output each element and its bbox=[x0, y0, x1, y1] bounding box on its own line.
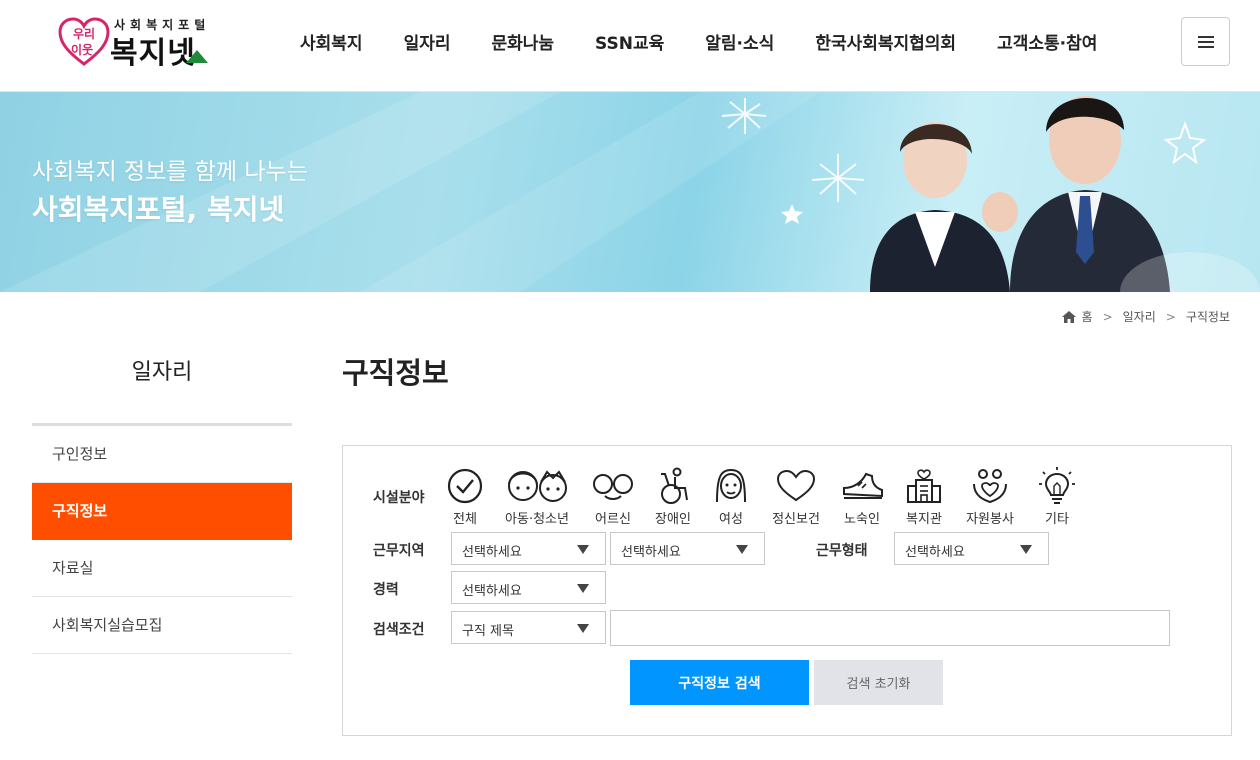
chevron-right-icon: > bbox=[1102, 309, 1113, 324]
lightbulb-icon bbox=[1039, 467, 1075, 504]
breadcrumb: 홈 > 일자리 > 구직정보 bbox=[1061, 308, 1230, 325]
breadcrumb-jobs[interactable]: 일자리 bbox=[1123, 308, 1156, 325]
glasses-icon bbox=[593, 474, 633, 500]
woman-icon bbox=[716, 468, 746, 503]
category-other[interactable]: 기타 bbox=[1033, 466, 1081, 527]
sidebar-item-resources[interactable]: 자료실 bbox=[32, 540, 292, 597]
reset-button[interactable]: 검색 초기화 bbox=[814, 660, 943, 705]
region-select-city[interactable]: 선택하세요 bbox=[610, 532, 765, 565]
dropdown-arrow-icon bbox=[736, 545, 748, 554]
category-label: 기타 bbox=[1045, 512, 1069, 527]
category-label: 장애인 bbox=[655, 512, 691, 527]
category-disabled[interactable]: 장애인 bbox=[649, 466, 697, 527]
banner-subtitle: 사회복지 정보를 함께 나누는 bbox=[32, 159, 308, 185]
nav-jobs[interactable]: 일자리 bbox=[404, 26, 451, 56]
select-value: 선택하세요 bbox=[462, 584, 522, 599]
nav-welfare[interactable]: 사회복지 bbox=[300, 26, 363, 56]
region-label: 근무지역 bbox=[373, 543, 425, 559]
hamburger-icon bbox=[1198, 36, 1214, 38]
career-label: 경력 bbox=[373, 582, 399, 598]
condition-label: 검색조건 bbox=[373, 622, 425, 638]
sidebar-item-job-openings[interactable]: 구인정보 bbox=[32, 426, 292, 483]
category-elderly[interactable]: 어르신 bbox=[589, 466, 637, 527]
wheelchair-icon bbox=[661, 467, 688, 504]
search-button[interactable]: 구직정보 검색 bbox=[630, 660, 809, 705]
region-select-province[interactable]: 선택하세요 bbox=[451, 532, 606, 565]
select-value: 선택하세요 bbox=[905, 545, 965, 560]
hamburger-icon-line bbox=[1198, 41, 1214, 43]
sidebar-item-internship[interactable]: 사회복지실습모집 bbox=[32, 597, 292, 654]
heart-icon bbox=[776, 469, 816, 502]
breadcrumb-current[interactable]: 구직정보 bbox=[1186, 308, 1230, 325]
category-welfare-center[interactable]: 복지관 bbox=[899, 466, 949, 527]
condition-select[interactable]: 구직 제목 bbox=[451, 611, 606, 644]
star-icon bbox=[781, 204, 803, 224]
category-label: 정신보건 bbox=[772, 512, 820, 527]
firework-icon-2 bbox=[811, 154, 865, 202]
nav-ssn-education[interactable]: SSN교육 bbox=[595, 26, 664, 56]
select-value: 선택하세요 bbox=[462, 545, 522, 560]
category-label: 자원봉사 bbox=[966, 512, 1014, 527]
logo-heart-text-1: 우리 bbox=[73, 26, 95, 41]
dropdown-arrow-icon bbox=[577, 584, 589, 593]
check-circle-icon bbox=[447, 468, 483, 504]
nav-culture[interactable]: 문화나눔 bbox=[491, 26, 554, 56]
career-select[interactable]: 선택하세요 bbox=[451, 571, 606, 604]
banner-title: 사회복지포털, 복지넷 bbox=[32, 193, 285, 226]
category-label: 전체 bbox=[453, 512, 477, 527]
hamburger-menu-button[interactable] bbox=[1181, 17, 1230, 66]
logo-title: 복지넷 bbox=[110, 36, 196, 71]
search-form: 시설분야 전체 아동·청소년 어르신 장애인 여성 정신보건 노숙인 복지관 자… bbox=[342, 445, 1232, 736]
category-women[interactable]: 여성 bbox=[709, 466, 753, 527]
dropdown-arrow-icon bbox=[577, 545, 589, 554]
children-icon bbox=[508, 470, 567, 502]
facility-label: 시설분야 bbox=[373, 490, 425, 506]
sidebar-title: 일자리 bbox=[131, 360, 193, 385]
hamburger-icon-line bbox=[1198, 46, 1214, 48]
main-navigation: 사회복지 일자리 문화나눔 SSN교육 알림·소식 한국사회복지협의회 고객소통… bbox=[300, 26, 1097, 56]
logo-heart-icon: 우리 이웃 bbox=[58, 17, 110, 66]
category-label: 노숙인 bbox=[844, 512, 880, 527]
logo-triangle-icon bbox=[186, 50, 208, 63]
category-label: 여성 bbox=[719, 512, 743, 527]
category-all[interactable]: 전체 bbox=[441, 466, 489, 527]
category-label: 복지관 bbox=[906, 512, 942, 527]
nav-customer[interactable]: 고객소통·참여 bbox=[997, 26, 1097, 56]
category-homeless[interactable]: 노숙인 bbox=[837, 466, 887, 527]
hero-banner: 사회복지 정보를 함께 나누는 사회복지포털, 복지넷 bbox=[0, 92, 1260, 292]
home-icon[interactable] bbox=[1061, 310, 1076, 323]
worktype-label: 근무형태 bbox=[816, 543, 868, 559]
category-label: 어르신 bbox=[595, 512, 631, 527]
breadcrumb-home[interactable]: 홈 bbox=[1082, 308, 1093, 325]
site-header: 우리 이웃 사회복지포털 복지넷 사회복지 일자리 문화나눔 SSN교육 알림·… bbox=[0, 0, 1260, 92]
sidebar-menu: 구인정보 구직정보 자료실 사회복지실습모집 bbox=[32, 426, 292, 654]
nav-council[interactable]: 한국사회복지협의회 bbox=[815, 26, 956, 56]
shoe-icon bbox=[843, 472, 883, 499]
select-value: 구직 제목 bbox=[462, 624, 514, 639]
page-title: 구직정보 bbox=[342, 356, 449, 390]
star-outline-icon bbox=[1163, 121, 1207, 165]
keyword-input[interactable] bbox=[610, 610, 1170, 646]
worktype-select[interactable]: 선택하세요 bbox=[894, 532, 1049, 565]
chevron-right-icon: > bbox=[1165, 309, 1176, 324]
dropdown-arrow-icon bbox=[1020, 545, 1032, 554]
helping-hands-icon bbox=[973, 469, 1007, 504]
select-value: 선택하세요 bbox=[621, 545, 681, 560]
building-icon bbox=[907, 469, 941, 503]
sidebar-item-job-seekers[interactable]: 구직정보 bbox=[32, 483, 292, 540]
logo-heart-text-2: 이웃 bbox=[71, 42, 93, 57]
category-mental-health[interactable]: 정신보건 bbox=[767, 466, 825, 527]
nav-news[interactable]: 알림·소식 bbox=[705, 26, 774, 56]
category-volunteer[interactable]: 자원봉사 bbox=[961, 466, 1019, 527]
dropdown-arrow-icon bbox=[577, 624, 589, 633]
category-children-youth[interactable]: 아동·청소년 bbox=[499, 466, 575, 527]
category-label: 아동·청소년 bbox=[505, 512, 569, 527]
site-logo[interactable]: 우리 이웃 사회복지포털 복지넷 bbox=[58, 14, 218, 71]
